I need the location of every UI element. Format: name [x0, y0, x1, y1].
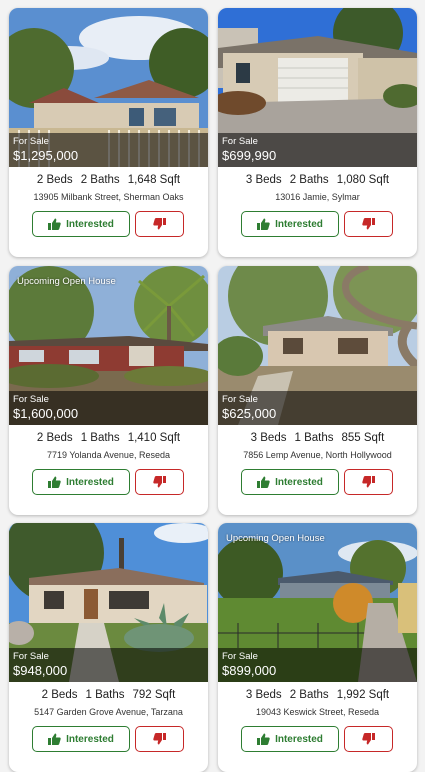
interested-button[interactable]: Interested: [241, 726, 339, 752]
not-interested-button[interactable]: [135, 469, 184, 495]
listing-specs: 3 Beds 1 Baths 855 Sqft: [218, 432, 417, 444]
listing-photo[interactable]: For Sale $699,990: [218, 8, 417, 167]
not-interested-button[interactable]: [135, 726, 184, 752]
price-overlay: For Sale $948,000: [9, 648, 208, 682]
thumbs-down-icon: [362, 218, 375, 230]
price-overlay: For Sale $625,000: [218, 391, 417, 425]
listing-price: $948,000: [13, 663, 68, 678]
price-overlay: For Sale $1,295,000: [9, 133, 208, 167]
interested-button[interactable]: Interested: [32, 211, 130, 237]
listing-card[interactable]: For Sale $948,000 2 Beds 1 Baths 792 Sqft …: [9, 523, 208, 772]
interested-label: Interested: [66, 476, 114, 488]
listing-card[interactable]: Upcoming Open House For Sale $1,600,000 …: [9, 266, 208, 515]
baths-count: 1 Baths: [294, 432, 334, 444]
sqft-value: 1,648 Sqft: [127, 174, 181, 186]
not-interested-button[interactable]: [344, 469, 393, 495]
sqft-value: 1,080 Sqft: [336, 174, 390, 186]
listing-address: 13905 Milbank Street, Sherman Oaks: [33, 192, 184, 202]
listing-address: 7719 Yolanda Avenue, Reseda: [47, 450, 170, 460]
listing-price: $1,295,000: [13, 148, 79, 163]
listing-status: For Sale: [222, 394, 258, 405]
open-house-badge: Upcoming Open House: [17, 276, 116, 287]
interested-button[interactable]: Interested: [32, 726, 130, 752]
listing-specs: 2 Beds 1 Baths 792 Sqft: [9, 689, 208, 701]
listing-photo[interactable]: For Sale $625,000: [218, 266, 417, 425]
baths-count: 2 Baths: [80, 174, 120, 186]
listing-card[interactable]: For Sale $1,295,000 2 Beds 2 Baths 1,648 S…: [9, 8, 208, 257]
listing-address: 7856 Lemp Avenue, North Hollywood: [243, 450, 392, 460]
interested-button[interactable]: Interested: [241, 469, 339, 495]
listing-status: For Sale: [13, 394, 49, 405]
listing-card[interactable]: Upcoming Open House For Sale $899,000 3 …: [218, 523, 417, 772]
baths-count: 1 Baths: [85, 689, 125, 701]
listing-address: 19043 Keswick Street, Reseda: [255, 707, 380, 717]
price-overlay: For Sale $1,600,000: [9, 391, 208, 425]
listing-photo[interactable]: Upcoming Open House For Sale $899,000: [218, 523, 417, 682]
interested-label: Interested: [66, 733, 114, 745]
listing-specs: 3 Beds 2 Baths 1,080 Sqft: [218, 174, 417, 186]
not-interested-button[interactable]: [135, 211, 184, 237]
beds-count: 2 Beds: [36, 432, 73, 444]
listing-address: 13016 Jamie, Sylmar: [275, 192, 360, 202]
interested-label: Interested: [275, 476, 323, 488]
baths-count: 2 Baths: [289, 689, 329, 701]
thumbs-up-icon: [48, 733, 61, 745]
thumbs-down-icon: [153, 218, 166, 230]
sqft-value: 855 Sqft: [341, 432, 385, 444]
listing-card[interactable]: For Sale $625,000 3 Beds 1 Baths 855 Sqft …: [218, 266, 417, 515]
price-overlay: For Sale $699,990: [218, 133, 417, 167]
listing-price: $899,000: [222, 663, 277, 678]
listing-grid: For Sale $1,295,000 2 Beds 2 Baths 1,648 S…: [0, 0, 425, 772]
beds-count: 2 Beds: [41, 689, 78, 701]
listing-price: $699,990: [222, 148, 277, 163]
listing-photo[interactable]: For Sale $948,000: [9, 523, 208, 682]
thumbs-down-icon: [153, 733, 166, 745]
interested-label: Interested: [275, 218, 323, 230]
interested-label: Interested: [275, 733, 323, 745]
listing-price: $1,600,000: [13, 406, 79, 421]
beds-count: 3 Beds: [250, 432, 287, 444]
listing-photo[interactable]: Upcoming Open House For Sale $1,600,000: [9, 266, 208, 425]
sqft-value: 1,992 Sqft: [336, 689, 390, 701]
interested-button[interactable]: Interested: [241, 211, 339, 237]
beds-count: 3 Beds: [245, 689, 282, 701]
listing-status: For Sale: [222, 651, 258, 662]
listing-price: $625,000: [222, 406, 277, 421]
not-interested-button[interactable]: [344, 211, 393, 237]
thumbs-up-icon: [48, 218, 61, 230]
thumbs-down-icon: [362, 476, 375, 488]
thumbs-up-icon: [257, 476, 270, 488]
listing-status: For Sale: [13, 651, 49, 662]
not-interested-button[interactable]: [344, 726, 393, 752]
interested-button[interactable]: Interested: [32, 469, 130, 495]
listing-specs: 2 Beds 2 Baths 1,648 Sqft: [9, 174, 208, 186]
price-overlay: For Sale $899,000: [218, 648, 417, 682]
sqft-value: 792 Sqft: [132, 689, 176, 701]
beds-count: 2 Beds: [36, 174, 73, 186]
listing-specs: 2 Beds 1 Baths 1,410 Sqft: [9, 432, 208, 444]
beds-count: 3 Beds: [245, 174, 282, 186]
listing-card[interactable]: For Sale $699,990 3 Beds 2 Baths 1,080 Sqf…: [218, 8, 417, 257]
listing-specs: 3 Beds 2 Baths 1,992 Sqft: [218, 689, 417, 701]
listing-status: For Sale: [222, 136, 258, 147]
sqft-value: 1,410 Sqft: [127, 432, 181, 444]
thumbs-down-icon: [362, 733, 375, 745]
thumbs-up-icon: [257, 218, 270, 230]
thumbs-up-icon: [257, 733, 270, 745]
listing-status: For Sale: [13, 136, 49, 147]
open-house-badge: Upcoming Open House: [226, 533, 325, 544]
baths-count: 1 Baths: [80, 432, 120, 444]
listing-photo[interactable]: For Sale $1,295,000: [9, 8, 208, 167]
thumbs-down-icon: [153, 476, 166, 488]
listing-address: 5147 Garden Grove Avenue, Tarzana: [34, 707, 183, 717]
thumbs-up-icon: [48, 476, 61, 488]
baths-count: 2 Baths: [289, 174, 329, 186]
interested-label: Interested: [66, 218, 114, 230]
